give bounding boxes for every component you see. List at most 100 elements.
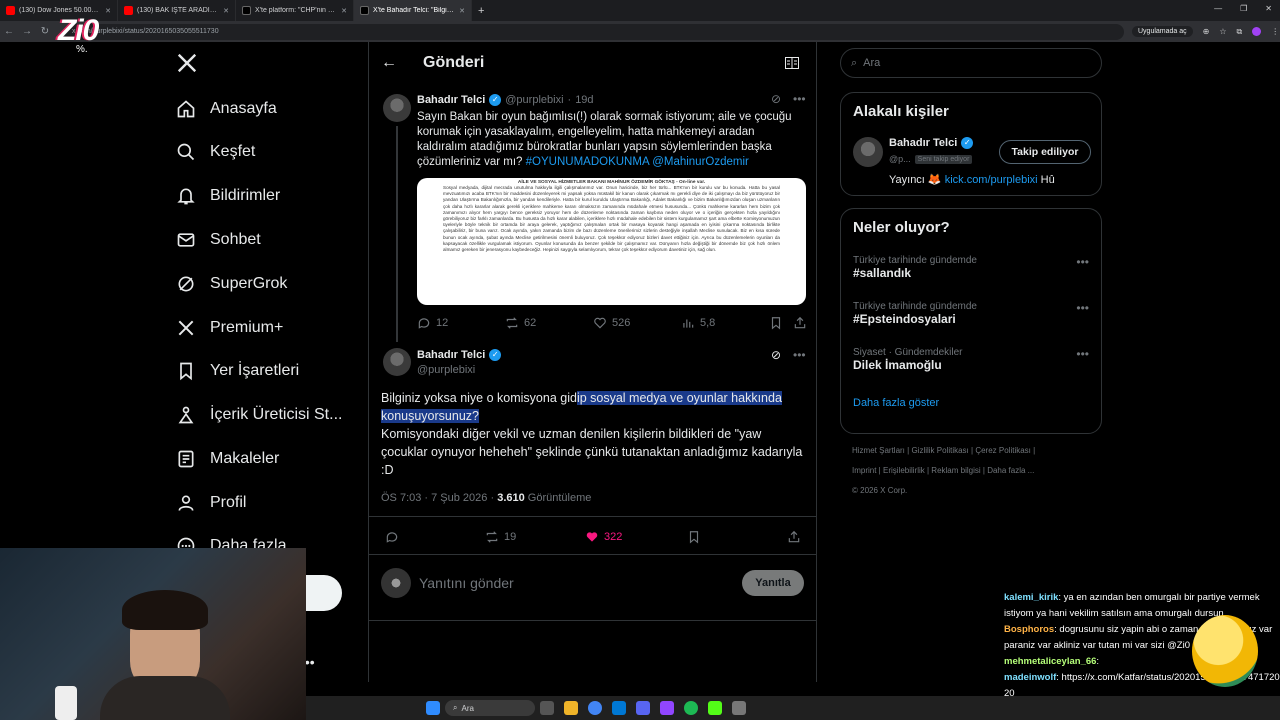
avatar[interactable] (383, 94, 411, 122)
open-in-app-button[interactable]: Uygulamada aç (1132, 26, 1193, 37)
browser-tab[interactable]: (130) BAK İŞTE ARADIĞIM OYU... ✕ (118, 0, 236, 21)
attached-image[interactable]: AİLE VE SOSYAL HİZMETLER BAKANI MAHİNUR … (417, 178, 806, 305)
reply-action[interactable]: 12 (417, 316, 448, 330)
forward-icon[interactable]: → (18, 26, 36, 37)
author-handle[interactable]: @purplebixi (505, 94, 563, 106)
like-action[interactable]: 322 (585, 530, 622, 544)
footer-link[interactable]: Daha fazla ... (987, 466, 1034, 475)
back-icon[interactable]: ← (0, 26, 18, 37)
share-action[interactable] (793, 316, 807, 330)
nav-creator-studio[interactable]: İçerik Üreticisi St... (176, 405, 342, 425)
new-tab-button[interactable]: + (472, 5, 490, 17)
x-logo-icon[interactable] (176, 52, 198, 79)
footer-link[interactable]: Hizmet Şartları (852, 446, 905, 455)
nav-articles[interactable]: Makaleler (176, 449, 279, 469)
person-name[interactable]: Bahadır Telci (889, 137, 957, 149)
like-action[interactable]: 526 (593, 316, 630, 330)
trend-item[interactable]: Türkiye tarihinde gündemde #sallandık (853, 255, 1093, 280)
nav-premium[interactable]: Premium+ (176, 318, 283, 338)
widgets-icon[interactable] (540, 701, 554, 715)
footer-link[interactable]: Çerez Politikası (975, 446, 1031, 455)
more-options-icon[interactable]: ••• (1076, 255, 1089, 269)
footer-link[interactable]: Erişilebilirlik (883, 466, 925, 475)
browser-tab[interactable]: X'te platform: "CHP'nin oyunlar... ✕ (236, 0, 354, 21)
search-icon: ⌕ (851, 56, 858, 69)
more-options-icon[interactable]: ••• (793, 92, 806, 106)
nav-explore[interactable]: Keşfet (176, 142, 255, 162)
close-icon[interactable]: ✕ (105, 7, 111, 15)
search-icon (176, 142, 196, 162)
more-options-icon[interactable]: ••• (1076, 347, 1089, 361)
close-icon[interactable]: ✕ (459, 7, 465, 15)
views-action[interactable]: 5,8 (681, 316, 715, 330)
hashtag-link[interactable]: #OYUNUMADOKUNMA (526, 156, 649, 168)
divider (369, 554, 816, 555)
bookmark-action[interactable] (769, 316, 783, 330)
browser-tab-active[interactable]: X'te Bahadır Telci: "Bilginiz yoks... ✕ (354, 0, 472, 21)
bookmark-action[interactable] (687, 530, 701, 544)
nav-supergrok[interactable]: SuperGrok (176, 274, 287, 294)
taskbar-search[interactable]: ⌕ Ara (445, 700, 535, 716)
kick-icon[interactable] (708, 701, 722, 715)
reply-button[interactable]: Yanıtla (742, 570, 804, 596)
post-text: Bilginiz yoksa niye o komisyona gidip so… (381, 391, 803, 477)
mention-link[interactable]: @MahinurOzdemir (652, 156, 749, 168)
x-logo-icon (360, 6, 369, 15)
avatar[interactable] (383, 348, 411, 376)
close-icon[interactable]: ✕ (341, 7, 347, 15)
maximize-icon[interactable]: ❐ (1240, 4, 1247, 13)
following-button[interactable]: Takip ediliyor (999, 140, 1091, 164)
address-bar[interactable]: x.com/purplebixi/status/2020165035055511… (64, 23, 1124, 40)
avatar[interactable] (853, 137, 883, 167)
browser-toolbar: ← → ↻ x.com/purplebixi/status/2020165035… (0, 21, 1280, 42)
show-more-link[interactable]: Daha fazla göster (853, 397, 939, 409)
person-handle[interactable]: @p... (889, 154, 911, 164)
author-handle[interactable]: @purplebixi (417, 364, 475, 376)
close-icon[interactable]: ✕ (223, 7, 229, 15)
reader-icon[interactable] (785, 56, 799, 74)
my-avatar[interactable] (381, 568, 411, 598)
grok-icon[interactable]: ⊘ (771, 348, 781, 362)
reload-icon[interactable]: ↻ (36, 26, 54, 37)
file-explorer-icon[interactable] (564, 701, 578, 715)
nav-messages[interactable]: Sohbet (176, 230, 261, 250)
trend-item[interactable]: Siyaset · Gündemdekiler Dilek İmamoğlu (853, 347, 1093, 372)
footer-link[interactable]: Imprint (852, 466, 876, 475)
spotify-icon[interactable] (684, 701, 698, 715)
nav-home[interactable]: Anasayfa (176, 99, 277, 119)
close-window-icon[interactable]: ✕ (1265, 4, 1272, 13)
grok-icon[interactable]: ⊘ (771, 92, 781, 106)
share-action[interactable] (787, 530, 801, 544)
search-input[interactable]: ⌕ Ara (840, 48, 1102, 78)
profile-icon[interactable] (1252, 27, 1262, 36)
trend-item[interactable]: Türkiye tarihinde gündemde #Epsteindosya… (853, 301, 1093, 326)
extensions-icon[interactable]: ⧉ (1237, 27, 1243, 37)
post-timestamp[interactable]: ÖS 7:03 · 7 Şub 2026 · (381, 492, 494, 504)
nav-notifications[interactable]: Bildirimler (176, 186, 280, 206)
edge-icon[interactable] (612, 701, 626, 715)
app-icon[interactable] (732, 701, 746, 715)
chrome-icon[interactable] (588, 701, 602, 715)
minimize-icon[interactable]: — (1214, 4, 1222, 13)
nav-profile[interactable]: Profil (176, 493, 246, 513)
more-options-icon[interactable]: ••• (1076, 301, 1089, 315)
nav-bookmarks[interactable]: Yer İşaretleri (176, 361, 299, 381)
footer-link[interactable]: Reklam bilgisi (931, 466, 980, 475)
author-name[interactable]: Bahadır Telci (417, 94, 485, 106)
start-icon[interactable] (426, 701, 440, 715)
repost-action[interactable]: 19 (485, 530, 516, 544)
bio-link[interactable]: kick.com/purplebixi (945, 174, 1038, 186)
reply-action[interactable] (385, 530, 399, 544)
more-options-icon[interactable]: ••• (793, 348, 806, 362)
zoom-icon[interactable]: ⊕ (1203, 27, 1210, 36)
reply-input[interactable]: Yanıtını gönder (419, 575, 514, 591)
author-name[interactable]: Bahadır Telci (417, 349, 485, 361)
back-arrow-icon[interactable]: ← (381, 54, 397, 72)
menu-icon[interactable]: ⋮ (1271, 27, 1279, 36)
star-icon[interactable]: ☆ (1219, 27, 1226, 36)
discord-icon[interactable] (636, 701, 650, 715)
obs-icon[interactable] (660, 701, 674, 715)
repost-action[interactable]: 62 (505, 316, 536, 330)
post-time[interactable]: 19d (575, 94, 593, 106)
footer-link[interactable]: Gizlilik Politikası (911, 446, 968, 455)
